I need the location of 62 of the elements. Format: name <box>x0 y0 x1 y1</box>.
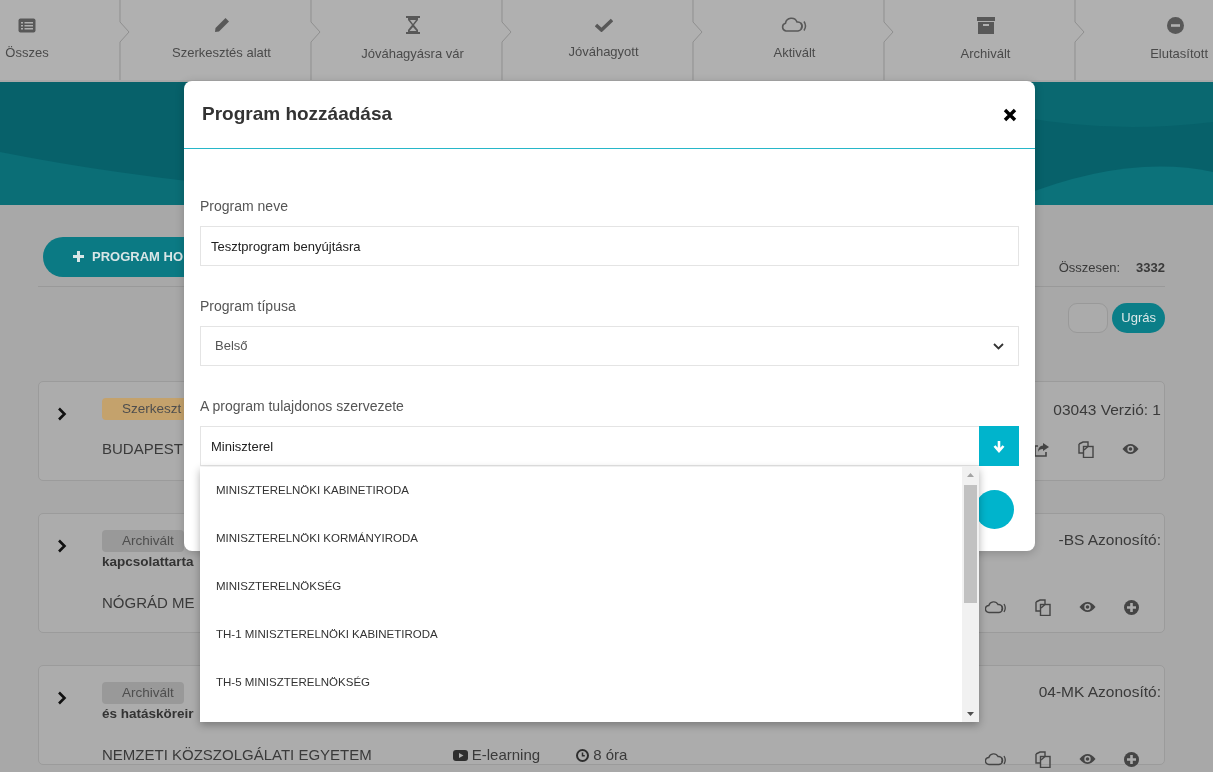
check-icon <box>594 18 613 33</box>
plus-circle-icon[interactable] <box>1124 599 1139 615</box>
close-icon[interactable] <box>1003 107 1017 122</box>
jump-button[interactable]: Ugrás <box>1112 302 1165 333</box>
cloud-signal-icon[interactable] <box>985 600 1007 615</box>
dropdown-button[interactable] <box>979 426 1019 466</box>
plus-circle-icon[interactable] <box>1124 751 1139 767</box>
program-identifier: -BS Azonosító: <box>1058 529 1161 550</box>
caret-icon <box>993 342 1004 350</box>
list-icon <box>18 17 36 33</box>
cloud-signal-icon[interactable] <box>985 752 1007 767</box>
program-type-select[interactable]: Belső <box>200 326 1019 366</box>
suggestion-item[interactable]: TH-1 MINISZTERELNÖKI KABINETIRODA <box>200 611 962 659</box>
archive-icon <box>976 16 995 34</box>
modal-title: Program hozzáadása <box>202 103 393 126</box>
step-label[interactable]: Aktivált <box>773 43 816 63</box>
organization-field[interactable]: Miniszterel <box>200 426 979 466</box>
status-badge: Archivált <box>102 529 184 552</box>
field-label: A program tulajdonos szervezete <box>200 397 405 415</box>
total-label: Összesen: <box>1058 259 1121 277</box>
step-label[interactable]: Jóváhagyásra vár <box>361 44 464 64</box>
copy-icon[interactable] <box>1078 440 1094 458</box>
program-name-field[interactable]: Tesztprogram benyújtásra <box>200 226 1019 266</box>
program-title: kapcsolattarta <box>102 552 195 571</box>
expand-chevron-icon[interactable] <box>57 539 67 554</box>
program-title: és hatásköreir <box>102 704 195 723</box>
suggestion-item[interactable]: MINISZTERELNÖKI KORMÁNYIRODA <box>200 515 962 563</box>
eye-icon[interactable] <box>1079 753 1096 766</box>
organization-name: NÓGRÁD ME <box>102 592 195 613</box>
clock-icon <box>576 748 590 762</box>
program-identifier: 03043 Verzió: 1 <box>1053 399 1161 420</box>
expand-chevron-icon[interactable] <box>57 691 67 706</box>
suggestion-item[interactable]: TH-5 MINISZTERELNÖKSÉG <box>200 659 962 707</box>
suggestion-item[interactable]: MINISZTERELNÖKI KABINETIRODA <box>200 467 962 515</box>
step-label[interactable]: Jóváhagyott <box>568 42 639 62</box>
total-count: 3332 <box>1136 259 1165 277</box>
eye-icon[interactable] <box>1122 443 1139 456</box>
field-label: Program típusa <box>200 297 297 315</box>
minus-circle-icon <box>1166 16 1184 34</box>
eye-icon[interactable] <box>1079 601 1096 614</box>
video-icon <box>452 749 468 761</box>
copy-icon[interactable] <box>1035 750 1051 768</box>
step-label[interactable]: Archivált <box>960 43 1011 64</box>
plus-icon <box>73 251 84 263</box>
copy-icon[interactable] <box>1035 598 1051 616</box>
step-label[interactable]: Összes <box>5 42 49 63</box>
organization-name: NEMZETI KÖZSZOLGÁLATI EGYETEM <box>102 744 372 765</box>
suggestion-item[interactable]: MINISZTERELNÖKSÉG <box>200 563 962 611</box>
step-label[interactable]: Szerkesztés alatt <box>172 43 271 63</box>
format-label: E-learning <box>471 744 541 765</box>
duration-label: 8 óra <box>593 744 628 765</box>
step-label[interactable]: Elutasított <box>1150 43 1208 64</box>
pencil-icon <box>213 17 230 34</box>
cloud-signal-icon <box>780 17 809 34</box>
expand-chevron-icon[interactable] <box>57 407 67 422</box>
program-identifier: 04-MK Azonosító: <box>1038 681 1161 702</box>
hourglass-icon <box>405 16 420 35</box>
organization-name: BUDAPEST <box>102 438 183 459</box>
status-badge: Archivált <box>102 681 184 704</box>
share-icon[interactable] <box>1034 441 1050 457</box>
field-label: Program neve <box>200 197 289 215</box>
down-arrow-icon <box>993 439 1005 453</box>
